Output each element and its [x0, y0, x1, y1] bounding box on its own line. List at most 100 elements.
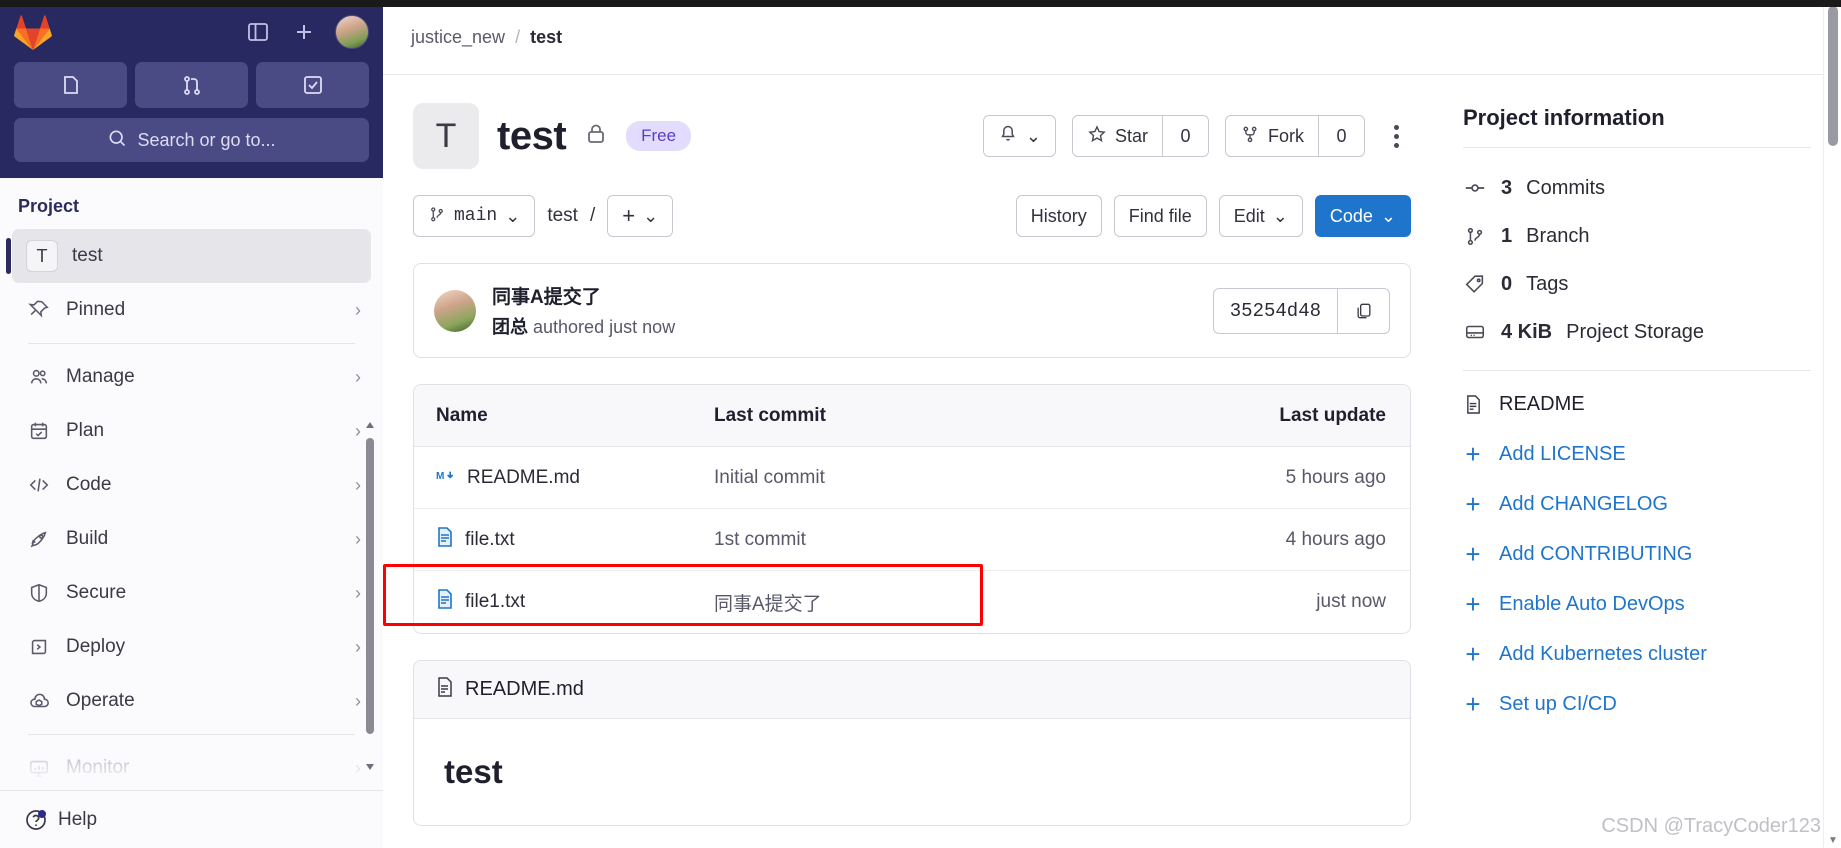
gitlab-logo-icon[interactable]	[14, 14, 52, 50]
link-label: Enable Auto DevOps	[1499, 592, 1685, 615]
file-last-commit[interactable]: Initial commit	[714, 467, 1170, 489]
sidebar-item-build[interactable]: Build ›	[12, 512, 371, 566]
readme-preview-card: README.md test	[413, 660, 1411, 826]
sidebar-item-secure[interactable]: Secure ›	[12, 566, 371, 620]
commit-sha[interactable]: 35254d48	[1214, 289, 1337, 333]
file-name[interactable]: file1.txt	[465, 591, 525, 613]
sidebar-item-test[interactable]: T test	[6, 229, 371, 283]
commit-meta: 团总 authored just now	[492, 313, 675, 339]
link-label: Add CHANGELOG	[1499, 492, 1668, 515]
sidebar-item-plan[interactable]: Plan ›	[12, 404, 371, 458]
breadcrumb-project[interactable]: test	[530, 27, 562, 48]
sidebar-item-code[interactable]: Code ›	[12, 458, 371, 512]
table-row[interactable]: file.txt 1st commit 4 hours ago	[414, 509, 1410, 571]
sidebar-item-manage[interactable]: Manage ›	[12, 350, 371, 404]
file-last-update: 4 hours ago	[1285, 528, 1386, 550]
fork-button-group[interactable]: Fork 0	[1225, 115, 1365, 157]
sidebar-scroll-thumb[interactable]	[366, 438, 374, 734]
star-button[interactable]: Star	[1071, 115, 1163, 157]
fork-label: Fork	[1268, 125, 1304, 146]
link-readme[interactable]: README	[1463, 379, 1811, 429]
path-current[interactable]: test	[547, 205, 578, 227]
column-header-last-commit: Last commit	[714, 404, 826, 426]
branch-selector[interactable]: main ⌄	[413, 195, 536, 237]
stat-branches[interactable]: 1 Branch	[1463, 212, 1811, 260]
commit-author-name[interactable]: 团总	[492, 317, 528, 337]
kebab-menu-icon[interactable]	[1381, 115, 1411, 157]
plus-icon[interactable]	[289, 17, 319, 47]
readme-filename[interactable]: README.md	[465, 678, 584, 701]
link-add-kubernetes-cluster[interactable]: + Add Kubernetes cluster	[1463, 629, 1811, 679]
stat-value: 1	[1501, 224, 1513, 247]
add-to-repo-button[interactable]: + ⌄	[607, 195, 674, 237]
issues-button[interactable]	[14, 62, 127, 108]
pin-icon	[26, 297, 52, 323]
file-last-update: just now	[1316, 591, 1386, 612]
merge-requests-button[interactable]	[135, 62, 248, 108]
chevron-right-icon: ›	[355, 474, 361, 495]
markdown-icon: M	[436, 467, 456, 489]
star-button-group[interactable]: Star 0	[1071, 115, 1209, 157]
toggle-sidebar-icon[interactable]	[243, 17, 273, 47]
stat-commits[interactable]: 3 Commits	[1463, 164, 1811, 212]
fork-count[interactable]: 0	[1319, 115, 1365, 157]
link-label: README	[1499, 392, 1585, 415]
copy-icon[interactable]	[1337, 288, 1389, 333]
link-set-up-cicd[interactable]: + Set up CI/CD	[1463, 679, 1811, 729]
table-row[interactable]: file1.txt 同事A提交了 just now	[414, 571, 1410, 633]
scroll-up-arrow-icon[interactable]	[365, 418, 375, 428]
monitor-icon	[26, 755, 52, 781]
link-add-license[interactable]: + Add LICENSE	[1463, 429, 1811, 479]
left-sidebar: Search or go to... Project T test Pinned…	[0, 0, 383, 848]
edit-label: Edit	[1233, 205, 1265, 226]
link-add-changelog[interactable]: + Add CHANGELOG	[1463, 479, 1811, 529]
commit-icon	[1463, 177, 1487, 199]
code-button[interactable]: Code ⌄	[1314, 195, 1411, 237]
stat-tags[interactable]: 0 Tags	[1463, 260, 1811, 308]
stat-value: 3	[1501, 176, 1513, 199]
find-file-button[interactable]: Find file	[1113, 195, 1207, 237]
code-label: Code	[1329, 205, 1373, 226]
link-add-contributing[interactable]: + Add CONTRIBUTING	[1463, 529, 1811, 579]
sidebar-item-pinned[interactable]: Pinned ›	[12, 283, 371, 337]
file-name[interactable]: README.md	[467, 467, 580, 489]
file-name[interactable]: file.txt	[465, 529, 515, 551]
scroll-down-arrow-icon[interactable]	[365, 758, 375, 770]
file-last-commit[interactable]: 同事A提交了	[714, 589, 1170, 616]
edit-button[interactable]: Edit ⌄	[1218, 195, 1303, 237]
stat-storage[interactable]: 4 KiB Project Storage	[1463, 308, 1811, 356]
sidebar-help-item[interactable]: Help	[0, 790, 383, 848]
page-scroll-thumb[interactable]	[1828, 6, 1838, 146]
column-header-name: Name	[436, 404, 488, 426]
sidebar-item-operate[interactable]: Operate ›	[12, 674, 371, 728]
sidebar-scrollbar[interactable]	[365, 422, 375, 770]
sidebar-item-monitor[interactable]: Monitor ›	[12, 741, 371, 790]
calendar-icon	[26, 418, 52, 444]
link-enable-auto-devops[interactable]: + Enable Auto DevOps	[1463, 579, 1811, 629]
star-count[interactable]: 0	[1163, 115, 1209, 157]
table-row[interactable]: M README.md Initial commit 5 hours ago	[414, 447, 1410, 509]
commit-author-avatar	[434, 289, 476, 332]
scroll-down-arrow-icon[interactable]: ▼	[1828, 835, 1838, 846]
user-avatar[interactable]	[335, 15, 369, 49]
fork-button[interactable]: Fork	[1225, 115, 1319, 157]
sidebar-item-deploy[interactable]: Deploy ›	[12, 620, 371, 674]
repository-column: T test Free ⌄ Star 0 Fork 0 main ⌄ test …	[383, 75, 1441, 848]
page-scrollbar[interactable]: ▲ ▼	[1823, 0, 1841, 848]
link-label: Add CONTRIBUTING	[1499, 542, 1693, 565]
chevron-down-icon: ⌄	[505, 205, 521, 226]
sidebar-nav: Project T test Pinned › Manage › Plan › …	[0, 178, 383, 790]
plus-icon: +	[1465, 638, 1481, 669]
file-last-commit[interactable]: 1st commit	[714, 529, 1170, 551]
breadcrumb-group[interactable]: justice_new	[411, 27, 505, 48]
notification-dropdown-button[interactable]: ⌄	[982, 115, 1056, 157]
history-button[interactable]: History	[1015, 195, 1102, 237]
sidebar-divider-2	[28, 734, 355, 735]
search-input[interactable]: Search or go to...	[14, 118, 369, 162]
storage-icon	[1463, 321, 1487, 343]
chevron-down-icon: ⌄	[1272, 205, 1288, 226]
plus-icon: +	[1465, 488, 1481, 519]
commit-message[interactable]: 同事A提交了	[492, 282, 675, 309]
todos-button[interactable]	[256, 62, 369, 108]
shield-icon	[26, 580, 52, 606]
